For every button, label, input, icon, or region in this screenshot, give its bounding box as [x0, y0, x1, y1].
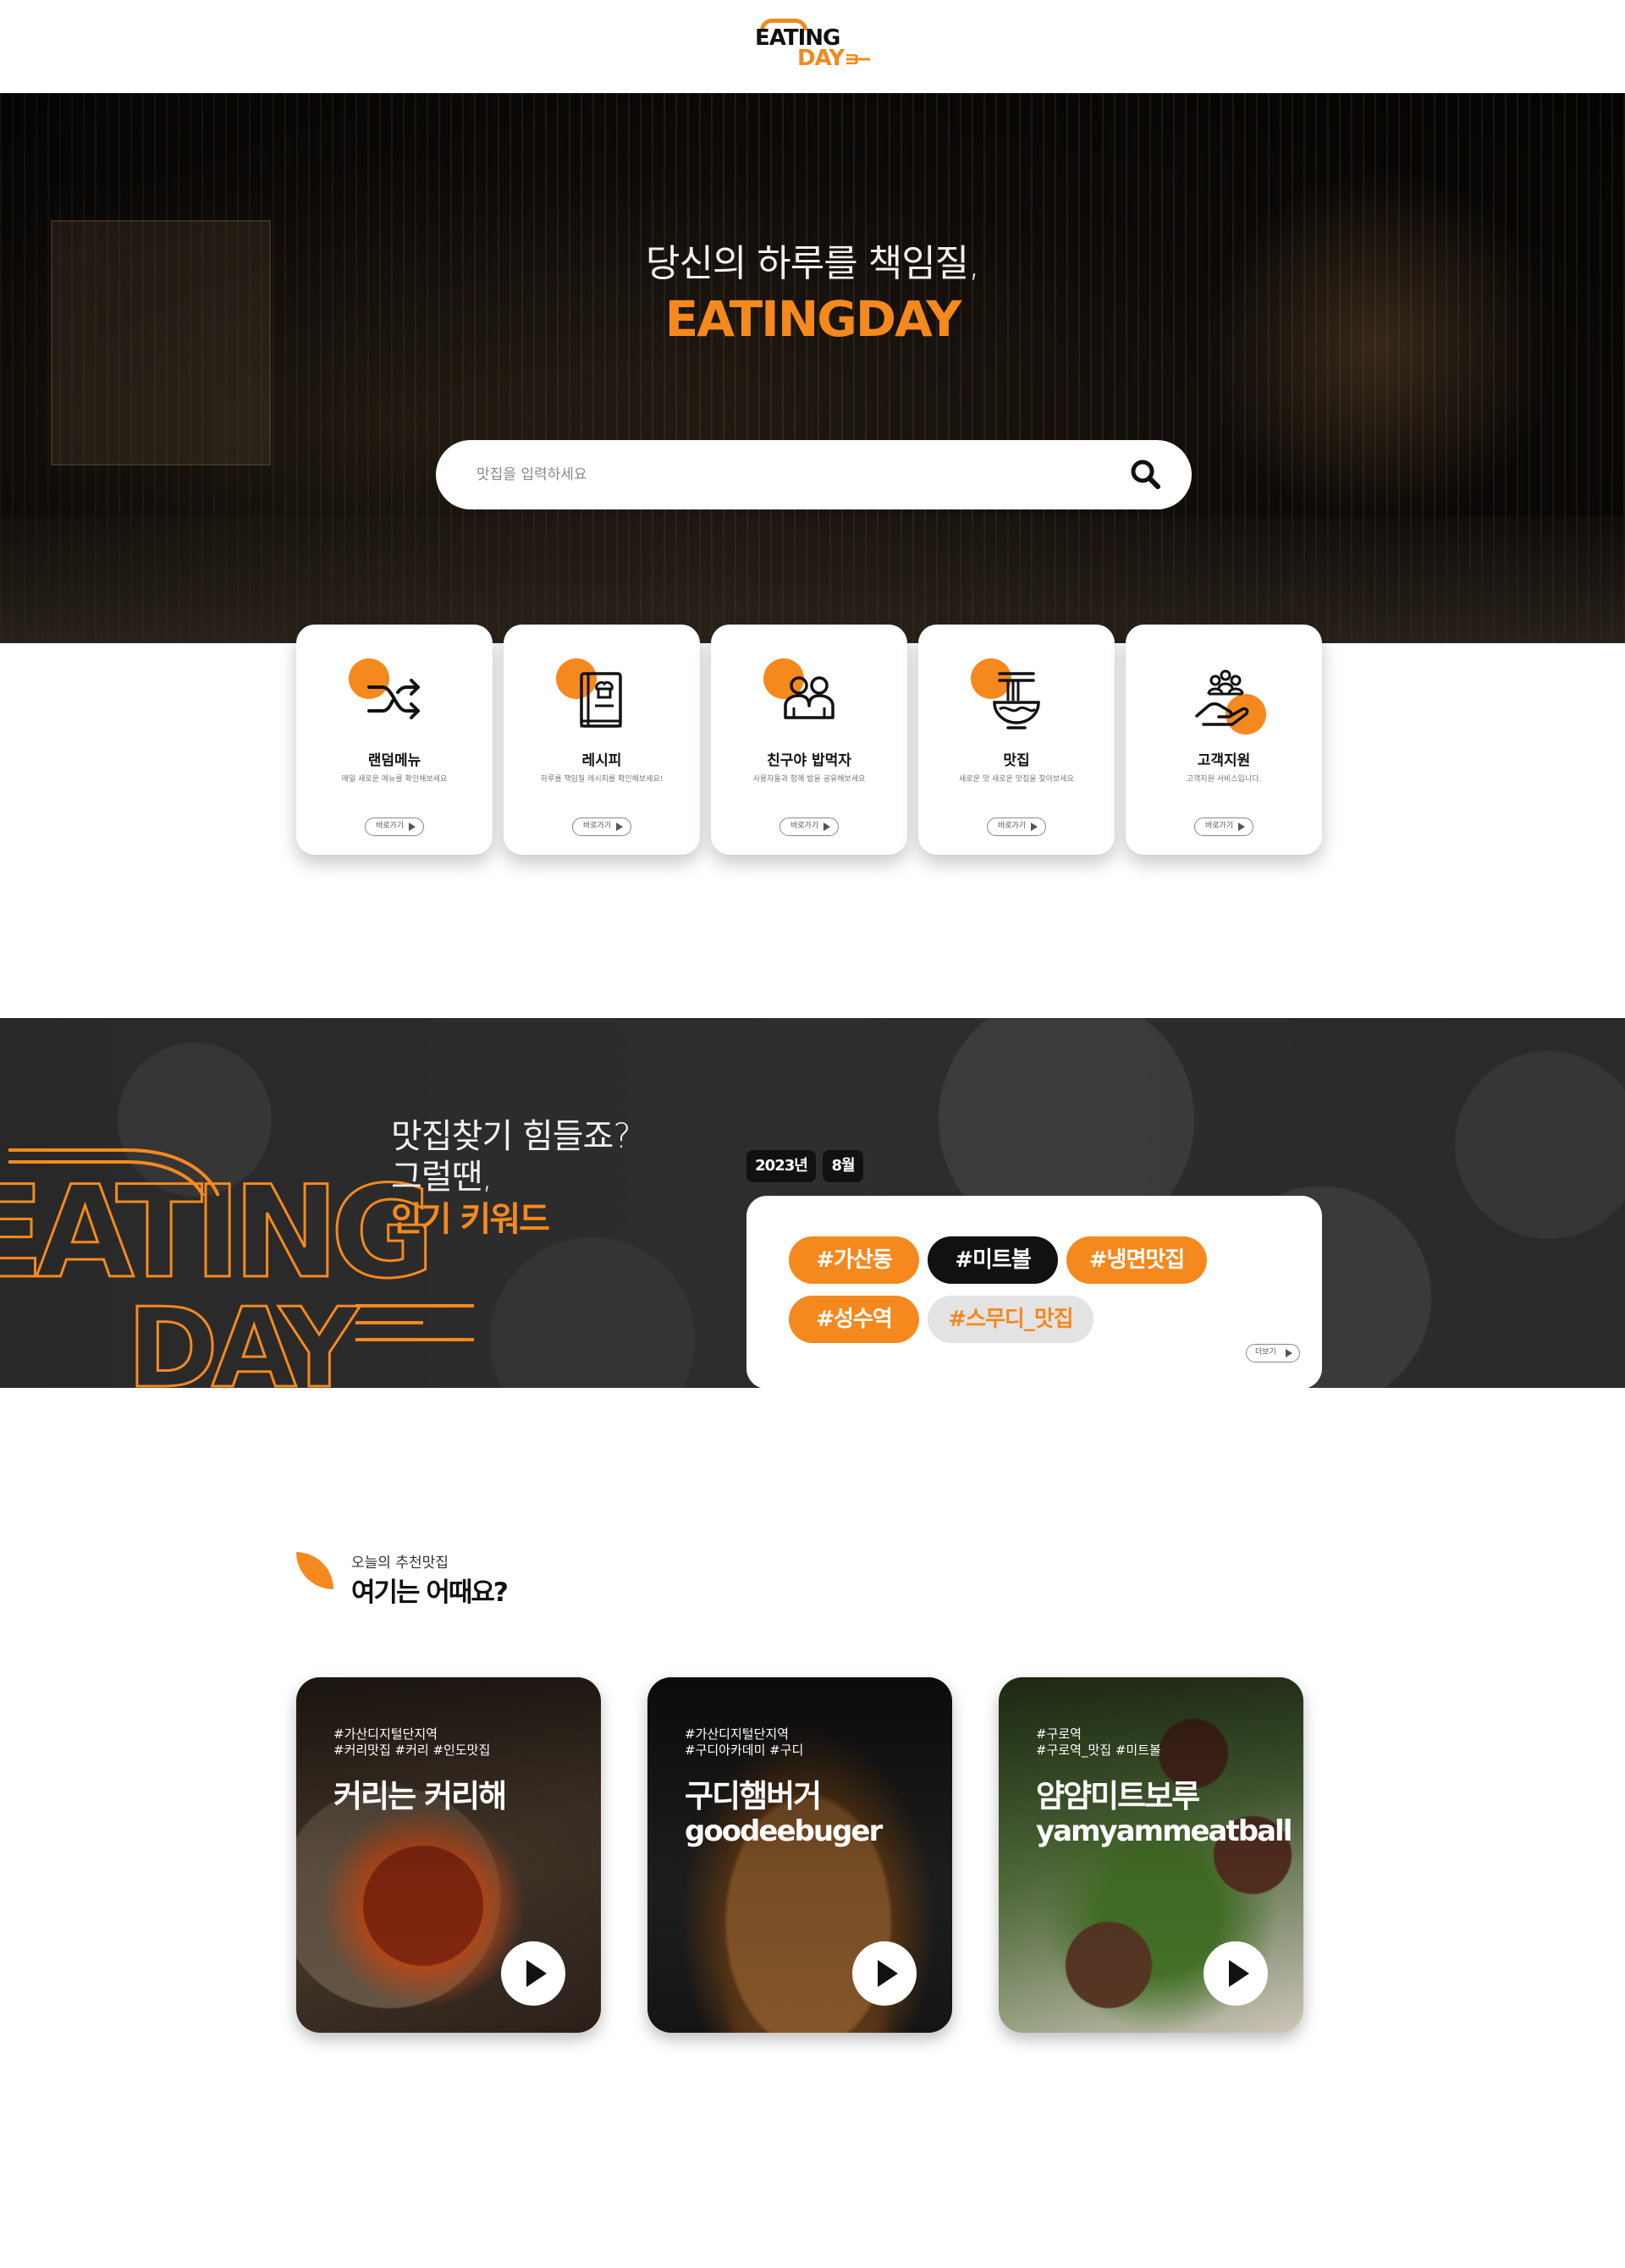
card-title: 맛집 — [1003, 752, 1030, 769]
go-button[interactable]: 바로가기 — [365, 817, 424, 836]
month-badge: 8월 — [823, 1150, 863, 1182]
recommend-title: 여기는 어때요? — [351, 1577, 509, 1608]
restaurant-card[interactable]: #가산디지털단지역 #커리맛집 #커리 #인도맛집 커리는 커리해 — [296, 1677, 601, 2033]
go-button[interactable]: 바로가기 — [779, 817, 839, 836]
card-eng-name: yamyammeatball — [1036, 1814, 1292, 1848]
card-desc: 매일 새로운 메뉴를 확인해보세요 — [341, 775, 448, 784]
search-bar — [436, 440, 1192, 509]
hero-banner: 당신의 하루를 책임질, EATINGDAY — [0, 93, 1625, 643]
card-desc: 새로운 맛 새로운 맛집을 찾아보세요 — [959, 775, 1074, 784]
keyword-tag[interactable]: #성수역 — [789, 1296, 919, 1343]
customer-support-icon — [1195, 669, 1249, 726]
play-icon[interactable] — [852, 1941, 917, 2006]
outline-logo-line2: DAY — [127, 1284, 361, 1388]
card-tags: #가산디지털단지역 #구디아카데미 #구디 — [685, 1726, 804, 1758]
year-badge: 2023년 — [746, 1150, 816, 1182]
noodle-bowl-icon — [993, 672, 1040, 729]
card-tags: #가산디지털단지역 #커리맛집 #커리 #인도맛집 — [333, 1726, 491, 1758]
restaurant-card[interactable]: #가산디지털단지역 #구디아카데미 #구디 구디햄버거 goodeebuger — [647, 1677, 952, 2033]
go-button[interactable]: 바로가기 — [572, 817, 631, 836]
recommend-subtitle: 오늘의 추천맛집 — [351, 1555, 449, 1572]
card-title: 친구야 밥먹자 — [767, 752, 851, 769]
search-input[interactable] — [476, 440, 1103, 509]
shuffle-icon — [367, 679, 420, 719]
search-icon[interactable] — [1126, 454, 1166, 495]
hero-title: EATINGDAY — [664, 290, 962, 348]
play-icon[interactable] — [501, 1941, 565, 2006]
site-logo[interactable]: EATING DAY — [753, 19, 872, 73]
logo-fork-icon — [846, 54, 870, 64]
site-header: EATING DAY — [0, 0, 1625, 93]
keywords-title: 인기 키워드 — [391, 1200, 550, 1239]
keyword-tag[interactable]: #스무디_맛집 — [928, 1296, 1093, 1343]
card-desc: 고객지원 서비스입니다. — [1186, 775, 1262, 784]
card-title: 랜덤메뉴 — [367, 752, 421, 769]
quick-card-support[interactable]: 고객지원 고객지원 서비스입니다. 바로가기 — [1126, 625, 1322, 855]
popular-keywords-section: EATING DAY 맛집찾기 힘들죠? 그럴땐, 인기 키워드 2023년 8… — [0, 1018, 1625, 1388]
card-name: 구디햄버거 — [685, 1778, 822, 1814]
leaf-icon — [296, 1552, 333, 1589]
card-title: 고객지원 — [1197, 752, 1251, 769]
recipe-book-icon — [580, 672, 622, 728]
play-icon[interactable] — [1204, 1941, 1268, 2006]
hero-subtitle: 당신의 하루를 책임질, — [645, 242, 980, 285]
card-name: 커리는 커리해 — [333, 1778, 507, 1814]
restaurant-card[interactable]: #구로역 #구로역_맛집 #미트볼 얌얌미트보루 yamyammeatball — [999, 1677, 1303, 2033]
card-desc: 사용자들과 함께 밥을 공유해보세요 — [752, 775, 866, 784]
go-button[interactable]: 바로가기 — [1194, 817, 1253, 836]
more-button[interactable]: 더보기 — [1246, 1344, 1300, 1362]
card-tags: #구로역 #구로역_맛집 #미트볼 — [1036, 1726, 1161, 1758]
quick-menu: 랜덤메뉴 매일 새로운 메뉴를 확인해보세요 바로가기 레시피 하루를 책임질 … — [296, 625, 1325, 855]
quick-card-restaurants[interactable]: 맛집 새로운 맛 새로운 맛집을 찾아보세요 바로가기 — [918, 625, 1115, 855]
card-eng-name: goodeebuger — [685, 1814, 883, 1848]
card-name: 얌얌미트보루 — [1036, 1778, 1200, 1814]
quick-card-friends[interactable]: 친구야 밥먹자 사용자들과 함께 밥을 공유해보세요 바로가기 — [711, 625, 907, 855]
card-title: 레시피 — [581, 752, 622, 769]
keyword-tag[interactable]: #냉면맛집 — [1066, 1236, 1207, 1284]
card-desc: 하루를 책임질 레시피를 확인해보세요! — [540, 775, 664, 784]
quick-card-recipe[interactable]: 레시피 하루를 책임질 레시피를 확인해보세요! 바로가기 — [504, 625, 700, 855]
keyword-tag[interactable]: #미트볼 — [928, 1236, 1058, 1284]
friends-icon — [784, 676, 835, 719]
logo-line2: DAY — [797, 46, 845, 71]
keyword-tag[interactable]: #가산동 — [789, 1236, 919, 1284]
go-button[interactable]: 바로가기 — [987, 817, 1046, 836]
quick-card-random-menu[interactable]: 랜덤메뉴 매일 새로운 메뉴를 확인해보세요 바로가기 — [296, 625, 493, 855]
keyword-box: #가산동 #미트볼 #냉면맛집 #성수역 #스무디_맛집 더보기 — [746, 1196, 1322, 1388]
